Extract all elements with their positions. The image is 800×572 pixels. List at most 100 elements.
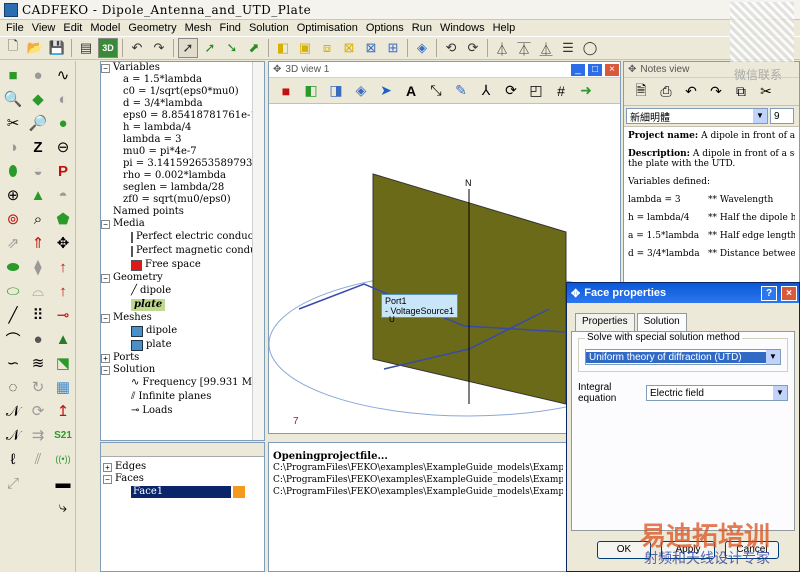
polyline-icon[interactable]: 𝒩 — [2, 400, 24, 422]
solid-cube-icon[interactable]: ◧ — [300, 80, 322, 102]
scale-icon[interactable]: ⤢ — [2, 472, 24, 494]
probe-icon[interactable]: ↥ — [52, 400, 74, 422]
cut-icon[interactable]: ✂ — [755, 81, 777, 103]
text-label-icon[interactable]: A — [400, 80, 422, 102]
rotate-view-icon[interactable]: ⟳ — [500, 80, 522, 102]
media-item[interactable]: Free space — [101, 258, 264, 272]
load-icon[interactable]: ⊸ — [52, 304, 74, 326]
align-c-icon[interactable]: ⏅ — [536, 38, 556, 58]
menu-view[interactable]: View — [28, 22, 60, 34]
select-face-icon[interactable]: ➘ — [222, 38, 242, 58]
pyramid-icon[interactable]: ▲ — [52, 328, 74, 350]
collapse-icon[interactable]: − — [103, 474, 112, 484]
align-a-icon[interactable]: ⏃ — [492, 38, 512, 58]
cube-wire-icon[interactable]: ⧈ — [317, 38, 337, 58]
ellipse-icon[interactable]: ⬬ — [2, 256, 24, 278]
notes-content[interactable]: Project name: A dipole in front of a squ… — [624, 127, 799, 271]
redo-icon[interactable]: ↷ — [149, 38, 169, 58]
sphere-icon[interactable]: ● — [52, 112, 74, 134]
solution-item[interactable]: ⫽ Infinite planes — [101, 390, 264, 404]
geometry-item-dipole[interactable]: ╱ dipole — [101, 284, 264, 298]
font-select[interactable]: 新細明體 ▼ — [626, 108, 768, 124]
dual-icon[interactable]: ⫽ — [27, 448, 49, 470]
arrow-up-red-icon[interactable]: ↑ — [52, 256, 74, 278]
variable-item[interactable]: eps0 = 8.85418781761e-12 — [101, 110, 264, 122]
mesh-item[interactable]: dipole — [101, 324, 264, 338]
blue-cube-icon[interactable]: ◨ — [325, 80, 347, 102]
new-file-icon[interactable]: 🗋 — [3, 38, 23, 58]
cable-icon[interactable]: ▬ — [52, 472, 74, 494]
tab-properties[interactable]: Properties — [575, 313, 635, 331]
variable-item[interactable]: pi = 3.14159265358979323846 — [101, 158, 264, 170]
mirror-icon[interactable]: ⟳ — [27, 400, 49, 422]
zoom-in-icon[interactable]: 🔎 — [27, 112, 49, 134]
loft-icon[interactable]: ⧫ — [27, 256, 49, 278]
print-icon[interactable]: ⎙ — [655, 81, 677, 103]
list-icon[interactable]: ☰ — [558, 38, 578, 58]
save-icon[interactable]: 💾 — [47, 38, 67, 58]
face-item[interactable]: Face1 — [101, 485, 264, 499]
rotate-tool-icon[interactable]: ↻ — [27, 376, 49, 398]
sphere-gray-icon[interactable]: ● — [27, 64, 49, 86]
align-b-icon[interactable]: ⏄ — [514, 38, 534, 58]
copy-tool-icon[interactable]: ⇉ — [27, 424, 49, 446]
collapse-icon[interactable]: − — [101, 273, 110, 283]
half-sphere-2-icon[interactable]: ◑ — [2, 136, 24, 158]
menu-windows[interactable]: Windows — [436, 22, 489, 34]
wave-icon[interactable]: ∿ — [52, 64, 74, 86]
circle-icon[interactable]: ◯ — [580, 38, 600, 58]
menu-options[interactable]: Options — [362, 22, 408, 34]
menu-file[interactable]: File — [2, 22, 28, 34]
solution-item[interactable]: ⊸ Loads — [101, 404, 264, 418]
tree-faces[interactable]: − Faces — [101, 473, 264, 485]
z-icon[interactable]: Z — [27, 136, 49, 158]
zoom-out-icon[interactable]: ⊖ — [52, 136, 74, 158]
axes-icon[interactable]: ⅄ — [475, 80, 497, 102]
3d-view-icon[interactable]: 3D — [98, 38, 118, 58]
sweep-icon[interactable]: ◓ — [52, 184, 74, 206]
redo-icon[interactable]: ↷ — [705, 81, 727, 103]
tree-scrollbar[interactable] — [252, 62, 264, 440]
s21-icon[interactable]: S21 — [52, 424, 74, 446]
helix-icon[interactable]: ≋ — [27, 352, 49, 374]
direction-icon[interactable]: ➤ — [375, 80, 397, 102]
coil-icon[interactable]: ⬔ — [52, 352, 74, 374]
tab-solution[interactable]: Solution — [636, 313, 687, 331]
font-size-select[interactable]: 9 — [770, 108, 794, 124]
arrow-right-icon[interactable]: ➜ — [575, 80, 597, 102]
menu-geometry[interactable]: Geometry — [124, 22, 180, 34]
menu-edit[interactable]: Edit — [59, 22, 86, 34]
color-select-icon[interactable]: ■ — [275, 80, 297, 102]
details-tree-icon[interactable]: ▤ — [76, 38, 96, 58]
frame-icon[interactable]: ◰ — [525, 80, 547, 102]
zoom-fit-icon[interactable]: ⊕ — [2, 184, 24, 206]
solution-item[interactable]: ∿ Frequency [99.931 MHz] — [101, 376, 264, 390]
undo-icon[interactable]: ↶ — [127, 38, 147, 58]
paint-icon[interactable]: ✎ — [450, 80, 472, 102]
tree-edges[interactable]: + Edges — [101, 461, 264, 473]
minimize-button[interactable]: _ — [570, 62, 586, 77]
select-region-icon[interactable]: ⬈ — [244, 38, 264, 58]
variable-item[interactable]: seglen = lambda/28 — [101, 182, 264, 194]
collapse-icon[interactable]: − — [101, 219, 110, 229]
menu-model[interactable]: Model — [86, 22, 124, 34]
rotate-left-icon[interactable]: ⟲ — [441, 38, 461, 58]
collapse-icon[interactable]: − — [101, 313, 110, 323]
p-icon[interactable]: P — [52, 160, 74, 182]
dialog-close-button[interactable]: × — [781, 285, 797, 301]
mesh-icon[interactable]: ◈ — [412, 38, 432, 58]
document-icon[interactable]: 🗎 — [630, 81, 652, 103]
solution-method-select[interactable]: Uniform theory of diffraction (UTD) ▼ — [585, 349, 781, 365]
cube-grid-icon[interactable]: ⊞ — [383, 38, 403, 58]
colormap-icon[interactable]: ▦ — [52, 376, 74, 398]
variable-item[interactable]: h = lambda/4 — [101, 122, 264, 134]
mesh-view-icon[interactable]: ◈ — [350, 80, 372, 102]
variable-item[interactable]: zf0 = sqrt(mu0/eps0) — [101, 194, 264, 206]
rotate-right-icon[interactable]: ⟳ — [463, 38, 483, 58]
tree-media[interactable]: − Media — [101, 218, 264, 230]
annotate-icon[interactable]: ⤡ — [425, 80, 447, 102]
mesh-item[interactable]: plate — [101, 338, 264, 352]
menu-mesh[interactable]: Mesh — [181, 22, 216, 34]
radiation-icon[interactable]: ((•)) — [52, 448, 74, 470]
integral-equation-select[interactable]: Electric field ▼ — [646, 385, 788, 401]
